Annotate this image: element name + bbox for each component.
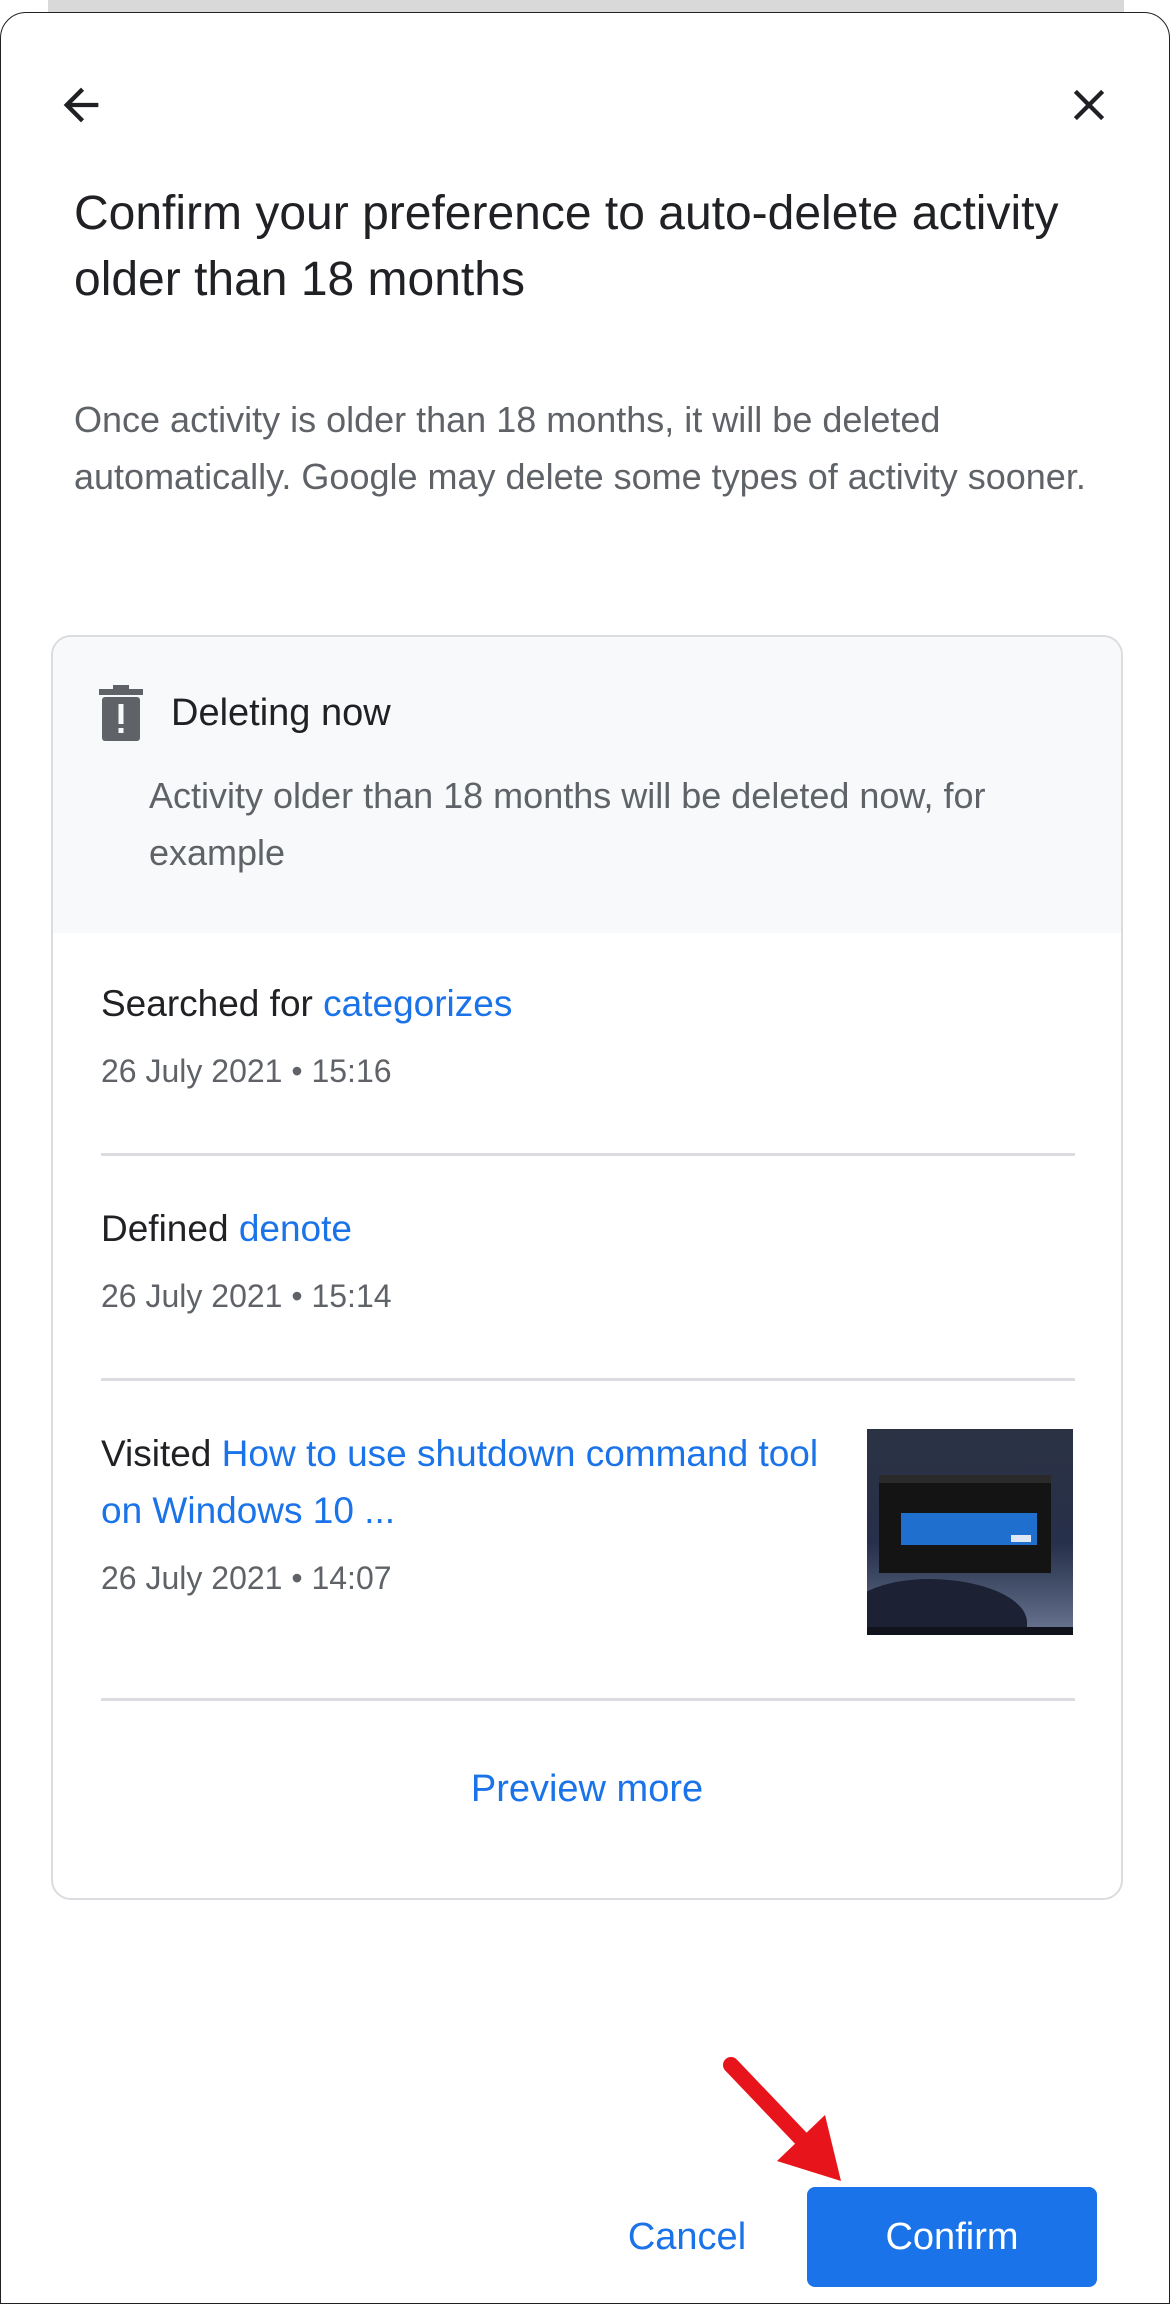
divider bbox=[101, 1153, 1075, 1156]
arrow-back-icon bbox=[63, 87, 99, 123]
dialog-title: Confirm your preference to auto-delete a… bbox=[74, 187, 1059, 306]
annotation-arrow-icon bbox=[723, 2057, 841, 2181]
divider bbox=[101, 1378, 1075, 1381]
activity-link[interactable]: denote bbox=[239, 1208, 352, 1249]
activity-date: 26 July 2021 • 15:16 bbox=[101, 1053, 392, 1089]
activity-date: 26 July 2021 • 15:14 bbox=[101, 1278, 392, 1314]
cancel-button[interactable]: Cancel bbox=[597, 2187, 777, 2287]
back-button[interactable] bbox=[45, 69, 117, 141]
activity-prefix: Searched for bbox=[101, 983, 324, 1024]
list-item: Visited How to use shutdown command tool… bbox=[101, 1425, 841, 1615]
list-item: Defined denote 26 July 2021 • 15:14 bbox=[101, 1200, 1075, 1340]
activity-link[interactable]: categorizes bbox=[323, 983, 512, 1024]
confirm-button[interactable]: Confirm bbox=[807, 2187, 1097, 2287]
list-item: Searched for categorizes 26 July 2021 • … bbox=[101, 975, 1075, 1115]
deletion-preview-card: Deleting now Activity older than 18 mont… bbox=[51, 635, 1123, 1900]
confirm-dialog: Confirm your preference to auto-delete a… bbox=[0, 12, 1170, 2304]
thumbnail-taskbar bbox=[867, 1627, 1073, 1635]
thumbnail-dialog-button bbox=[1011, 1535, 1031, 1542]
activity-prefix: Defined bbox=[101, 1208, 239, 1249]
close-button[interactable] bbox=[1053, 69, 1125, 141]
page-thumbnail[interactable] bbox=[867, 1429, 1073, 1635]
card-heading: Deleting now bbox=[171, 692, 391, 734]
activity-date: 26 July 2021 • 14:07 bbox=[101, 1560, 392, 1596]
dialog-description: Once activity is older than 18 months, i… bbox=[74, 399, 1086, 497]
activity-text: Defined denote bbox=[101, 1200, 1075, 1257]
card-subtext: Activity older than 18 months will be de… bbox=[149, 775, 986, 873]
close-icon bbox=[1073, 89, 1105, 121]
thumbnail-window-bar bbox=[879, 1475, 1051, 1483]
underlying-sheet-edge bbox=[48, 0, 1124, 12]
trash-warning-icon bbox=[99, 685, 143, 741]
divider bbox=[101, 1698, 1075, 1701]
activity-prefix: Visited bbox=[101, 1433, 222, 1474]
activity-text: Visited How to use shutdown command tool… bbox=[101, 1425, 841, 1539]
card-header: Deleting now Activity older than 18 mont… bbox=[53, 637, 1121, 933]
activity-text: Searched for categorizes bbox=[101, 975, 1075, 1032]
preview-more-link[interactable]: Preview more bbox=[53, 1765, 1121, 1813]
